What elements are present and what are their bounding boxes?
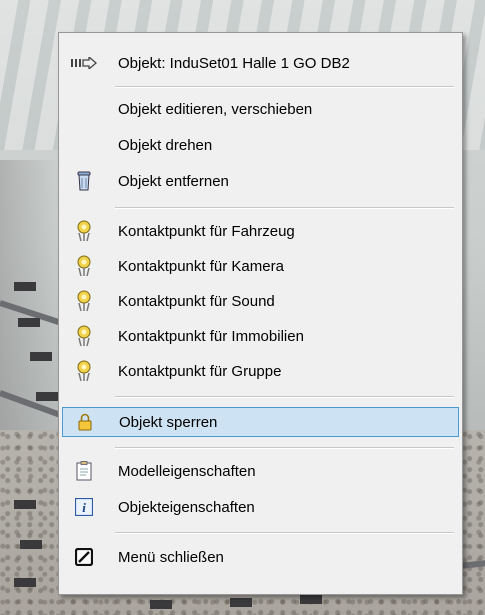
menu-item-label: Modelleigenschaften	[118, 462, 256, 480]
sleeper	[20, 540, 42, 549]
menu-item-contact-camera[interactable]: Kontaktpunkt für Kamera	[62, 252, 459, 280]
object-arrow-icon	[62, 49, 106, 77]
menu-item-object-properties[interactable]: i Objekteigenschaften	[62, 493, 459, 521]
info-icon: i	[62, 493, 106, 521]
sleeper	[14, 500, 36, 509]
sleeper	[14, 578, 36, 587]
menu-item-edit-move[interactable]: Objekt editieren, verschieben	[62, 95, 459, 123]
menu-separator	[115, 396, 454, 398]
contact-point-icon	[62, 217, 106, 245]
menu-item-label: Kontaktpunkt für Immobilien	[118, 327, 304, 345]
menu-separator	[115, 207, 454, 209]
menu-item-label: Objekt sperren	[119, 413, 218, 431]
menu-item-remove[interactable]: Objekt entfernen	[62, 167, 459, 195]
menu-item-contact-sound[interactable]: Kontaktpunkt für Sound	[62, 287, 459, 315]
sleeper	[30, 352, 52, 361]
svg-text:i: i	[82, 500, 86, 515]
trash-icon	[62, 167, 106, 195]
close-menu-icon	[62, 543, 106, 571]
menu-item-label: Kontaktpunkt für Kamera	[118, 257, 284, 275]
contact-point-icon	[62, 287, 106, 315]
empty-icon-slot	[62, 95, 106, 123]
menu-item-label: Kontaktpunkt für Gruppe	[118, 362, 282, 380]
menu-item-label: Menü schließen	[118, 548, 224, 566]
sleeper	[230, 598, 252, 607]
menu-item-label: Kontaktpunkt für Sound	[118, 292, 275, 310]
menu-item-contact-immobilien[interactable]: Kontaktpunkt für Immobilien	[62, 322, 459, 350]
sleeper	[18, 318, 40, 327]
menu-separator	[115, 532, 454, 534]
menu-item-label: Kontaktpunkt für Fahrzeug	[118, 222, 295, 240]
sleeper	[36, 392, 58, 401]
menu-item-contact-group[interactable]: Kontaktpunkt für Gruppe	[62, 357, 459, 385]
menu-item-close-menu[interactable]: Menü schließen	[62, 543, 459, 571]
empty-icon-slot	[62, 131, 106, 159]
menu-item-label: Objekt editieren, verschieben	[118, 100, 313, 118]
menu-item-object-header[interactable]: Objekt: InduSet01 Halle 1 GO DB2	[62, 49, 459, 77]
menu-item-label: Objekt drehen	[118, 136, 213, 154]
lock-icon	[63, 408, 107, 436]
sleeper	[14, 282, 36, 291]
menu-separator	[115, 86, 454, 88]
menu-item-lock-object[interactable]: Objekt sperren	[62, 407, 459, 437]
menu-item-label: Objekt: InduSet01 Halle 1 GO DB2	[118, 54, 350, 72]
menu-item-label: Objekt entfernen	[118, 172, 229, 190]
context-menu: Objekt: InduSet01 Halle 1 GO DB2 Objekt …	[58, 32, 463, 595]
menu-item-contact-vehicle[interactable]: Kontaktpunkt für Fahrzeug	[62, 217, 459, 245]
sleeper	[150, 600, 172, 609]
sleeper	[300, 595, 322, 604]
contact-point-icon	[62, 322, 106, 350]
contact-point-icon	[62, 357, 106, 385]
menu-item-label: Objekteigenschaften	[118, 498, 255, 516]
contact-point-icon	[62, 252, 106, 280]
menu-item-model-properties[interactable]: Modelleigenschaften	[62, 457, 459, 485]
clipboard-icon	[62, 457, 106, 485]
menu-item-rotate[interactable]: Objekt drehen	[62, 131, 459, 159]
menu-separator	[115, 447, 454, 449]
